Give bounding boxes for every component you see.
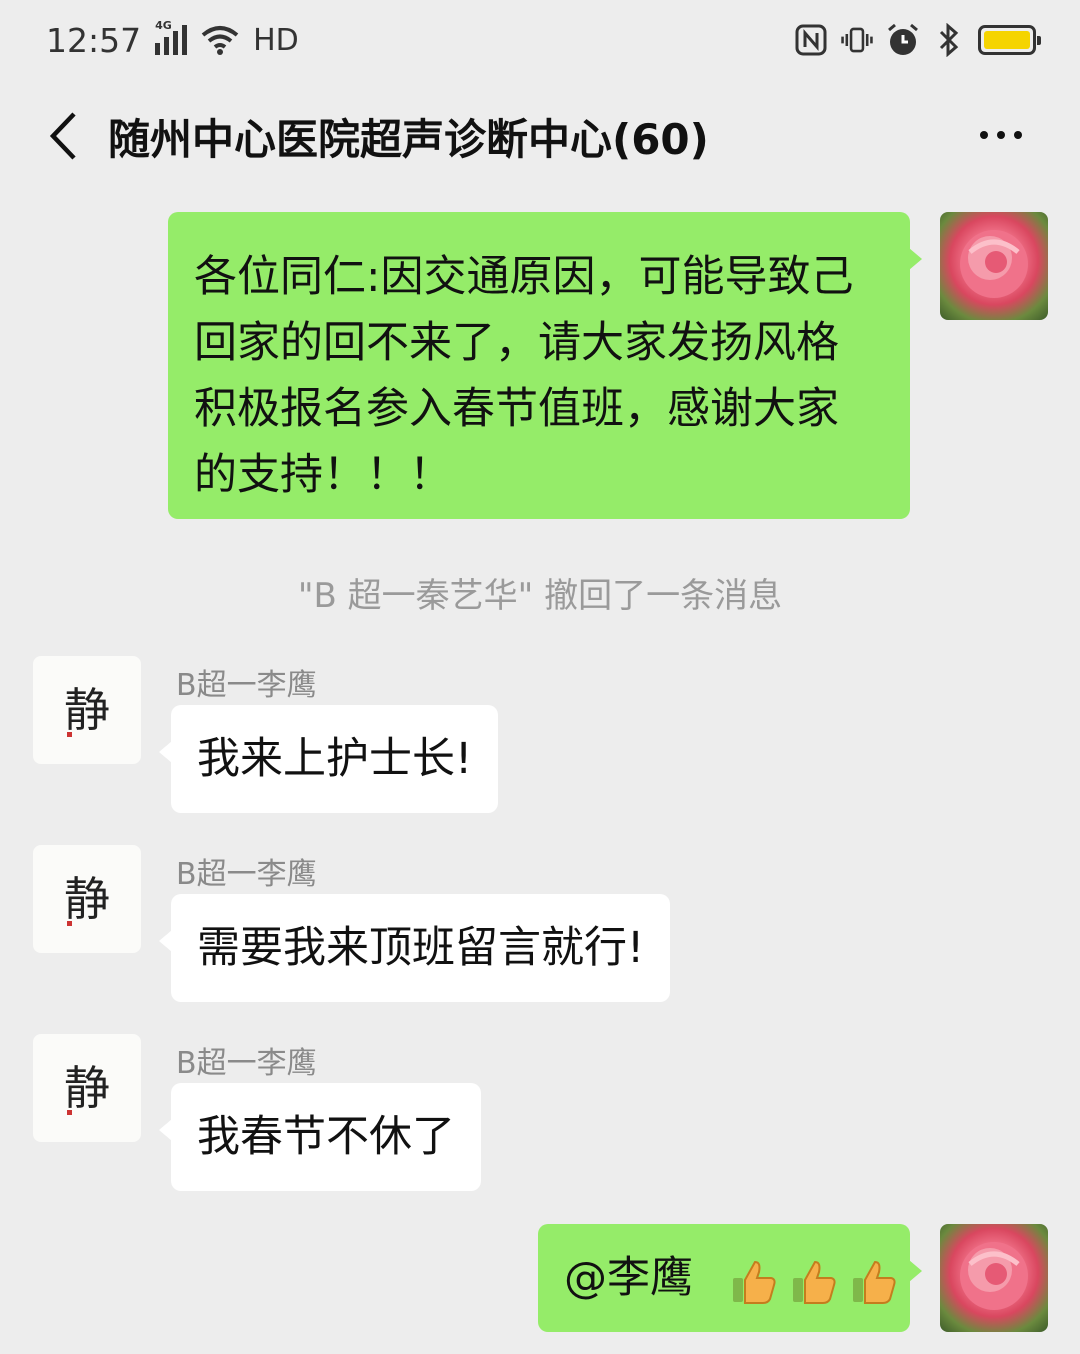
message-bubble[interactable]: 我来上护士长!: [158, 705, 499, 813]
hd-label: HD: [253, 22, 299, 58]
message-line: 的支持！！！: [194, 450, 452, 500]
clock: 12:57: [46, 20, 142, 60]
my-avatar[interactable]: [940, 1224, 1048, 1332]
sender-name: B超一李鹰: [176, 1046, 317, 1081]
message-line: 积极报名参入春节值班，感谢大家: [194, 384, 839, 434]
sender-avatar[interactable]: 静: [33, 656, 141, 764]
rose-icon: [960, 1242, 1028, 1310]
my-avatar[interactable]: [940, 212, 1048, 320]
sender-name: B超一李鹰: [176, 668, 317, 703]
page-title: 随州中心医院超声诊断中心(60): [108, 114, 709, 164]
sender-avatar[interactable]: 静: [33, 1034, 141, 1142]
mention-text: @李鹰: [564, 1253, 693, 1303]
alarm-icon: [886, 23, 920, 57]
vibrate-icon: [840, 23, 874, 57]
message-text: 我来上护士长!: [197, 734, 473, 784]
message-bubble[interactable]: @李鹰: [538, 1224, 922, 1332]
thumbs-up-icon: [792, 1260, 836, 1304]
message-bubble[interactable]: 我春节不休了: [159, 1083, 481, 1191]
calligraphy-icon: 静: [64, 1061, 110, 1115]
signal-icon: 4G: [155, 19, 188, 55]
battery-icon: [978, 25, 1041, 55]
thumbs-up-icon: [732, 1260, 776, 1304]
more-button[interactable]: [966, 110, 1036, 160]
wifi-icon: [201, 26, 239, 55]
sender-avatar[interactable]: 静: [33, 845, 141, 953]
chat-header: 随州中心医院超声诊断中心(60): [0, 88, 1080, 184]
message-line: 回家的回不来了，请大家发扬风格: [194, 318, 839, 368]
svg-text:静: 静: [64, 1061, 110, 1115]
svg-text:静: 静: [64, 683, 110, 737]
svg-text:静: 静: [64, 872, 110, 926]
message-bubble[interactable]: 各位同仁:因交通原因，可能导致己 回家的回不来了，请大家发扬风格 积极报名参入春…: [168, 212, 922, 519]
recall-notice: "B 超一秦艺华" 撤回了一条消息: [297, 576, 783, 616]
thumbs-up-icon: [852, 1260, 896, 1304]
calligraphy-icon: 静: [64, 872, 110, 926]
back-button[interactable]: [28, 101, 98, 171]
network-type: 4G: [155, 19, 172, 32]
calligraphy-icon: 静: [64, 683, 110, 737]
message-text: 需要我来顶班留言就行!: [197, 923, 645, 973]
rose-icon: [960, 230, 1028, 298]
chevron-left-icon: [49, 112, 76, 160]
message-line: 各位同仁:因交通原因，可能导致己: [194, 252, 854, 302]
bluetooth-icon: [932, 23, 966, 57]
status-bar: 12:57 4G HD: [0, 0, 1080, 80]
more-dots-icon: [980, 131, 988, 139]
sender-name: B超一李鹰: [176, 857, 317, 892]
nfc-icon: [794, 23, 828, 57]
message-bubble[interactable]: 需要我来顶班留言就行!: [158, 894, 671, 1002]
message-text: 我春节不休了: [197, 1112, 455, 1162]
